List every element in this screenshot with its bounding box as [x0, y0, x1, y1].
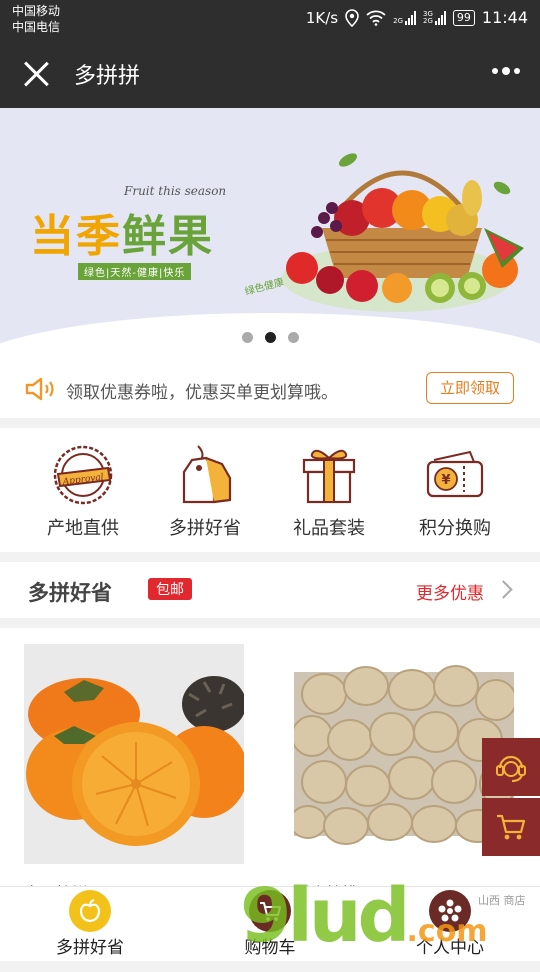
category-label: 产地直供: [47, 518, 119, 539]
category-label: 积分换购: [419, 518, 491, 539]
persimmon-image: [24, 644, 248, 864]
cart-icon: [260, 902, 281, 921]
fruit-basket-image: [282, 153, 524, 312]
price-tag-icon: [182, 445, 232, 504]
user-flower-icon: [438, 899, 462, 922]
section-title: 多拼好省: [28, 581, 112, 605]
watermark-shop-text: 山西 商店: [478, 894, 526, 907]
cart-icon: [497, 814, 526, 840]
network-type-3: 2G: [423, 16, 433, 25]
tab-label: 多拼好省: [56, 938, 124, 958]
status-bar: 中国移动 中国电信 1K/s 2G 3G 2G 99 11:44: [0, 0, 540, 38]
section-header: 多拼好省 包邮 更多优惠: [0, 562, 540, 618]
category-group-saving[interactable]: 多拼好省: [150, 444, 260, 540]
more-deals-link[interactable]: 更多优惠: [416, 579, 484, 604]
customer-service-button[interactable]: [482, 738, 540, 796]
bottom-tab-bar: 多拼好省 购物车 个人中心: [0, 886, 540, 961]
product-card[interactable]: 富平柿饼: [24, 644, 248, 888]
carousel-dot-3[interactable]: [287, 332, 299, 343]
signal-icon-1: 2G: [393, 10, 416, 25]
chevron-right-icon[interactable]: [494, 580, 513, 599]
walnut-image: [289, 644, 517, 864]
banner-subtitle: 绿色|天然-健康|快乐: [78, 263, 192, 280]
product-list: 富平柿饼: [0, 628, 540, 888]
signal-icon-2: 3G 2G: [423, 10, 446, 25]
notice-text: 领取优惠券啦，优惠买单更划算哦。: [66, 383, 338, 403]
carrier-1: 中国移动: [12, 4, 61, 18]
wifi-icon: [366, 10, 386, 26]
coupon-notice: 领取优惠券啦，优惠买单更划算哦。 立即领取: [0, 360, 540, 418]
more-dots-icon[interactable]: [492, 67, 520, 75]
carrier-2: 中国电信: [12, 20, 61, 34]
tab-icon-wrap: [69, 890, 111, 932]
gift-box-icon: [302, 449, 356, 504]
tab-icon-wrap: [429, 890, 471, 932]
banner-title: 当季鲜果: [30, 200, 214, 264]
network-speed: 1K/s: [305, 8, 339, 27]
approval-seal-icon: Approval: [53, 445, 113, 505]
title-bar: 多拼拼: [0, 38, 540, 108]
customer-service-icon: [496, 755, 526, 782]
category-origin-direct[interactable]: Approval 产地直供: [28, 444, 138, 540]
category-gift-set[interactable]: 礼品套装: [274, 444, 384, 540]
page-title: 多拼拼: [74, 64, 141, 89]
promo-banner[interactable]: Fruit this season 当季鲜果 绿色|天然-健康|快乐 绿色健康: [0, 108, 540, 360]
location-icon: [345, 8, 359, 27]
tab-label: 个人中心: [416, 938, 484, 958]
banner-title-part1: 当季: [30, 211, 122, 262]
carousel-dot-2[interactable]: [264, 332, 276, 343]
status-indicators: 1K/s 2G 3G 2G 99 11:44: [306, 8, 528, 27]
tab-icon-wrap: [249, 890, 291, 932]
yen-ticket-icon: ¥: [426, 450, 484, 498]
tab-group-saving[interactable]: 多拼好省: [30, 887, 150, 961]
claim-coupon-button[interactable]: 立即领取: [426, 372, 514, 404]
network-type-1: 2G: [393, 16, 403, 25]
banner-title-part2: 鲜果: [122, 211, 214, 262]
speaker-icon: [25, 377, 54, 401]
category-points-exchange[interactable]: ¥ 积分换购: [400, 444, 510, 540]
apple-icon: [79, 899, 101, 923]
category-label: 礼品套装: [293, 518, 365, 539]
product-card[interactable]: 纸皮核桃: [289, 644, 517, 888]
category-nav: Approval 产地直供 多拼好省 礼品套装 ¥ 积分换购: [0, 428, 540, 552]
carousel-dot-1[interactable]: [241, 332, 253, 343]
floating-cart-button[interactable]: [482, 798, 540, 856]
carrier-info: 中国移动 中国电信: [12, 3, 60, 35]
tab-label: 购物车: [244, 938, 296, 958]
close-icon[interactable]: [22, 60, 50, 88]
category-label: 多拼好省: [169, 518, 241, 539]
svg-text:¥: ¥: [441, 473, 450, 488]
carousel-dots: [0, 332, 540, 343]
clock: 11:44: [481, 8, 528, 27]
battery-indicator: 99: [452, 9, 475, 26]
tab-cart[interactable]: 购物车: [210, 887, 330, 961]
banner-script-text: Fruit this season: [124, 184, 227, 198]
free-shipping-badge: 包邮: [148, 578, 192, 600]
